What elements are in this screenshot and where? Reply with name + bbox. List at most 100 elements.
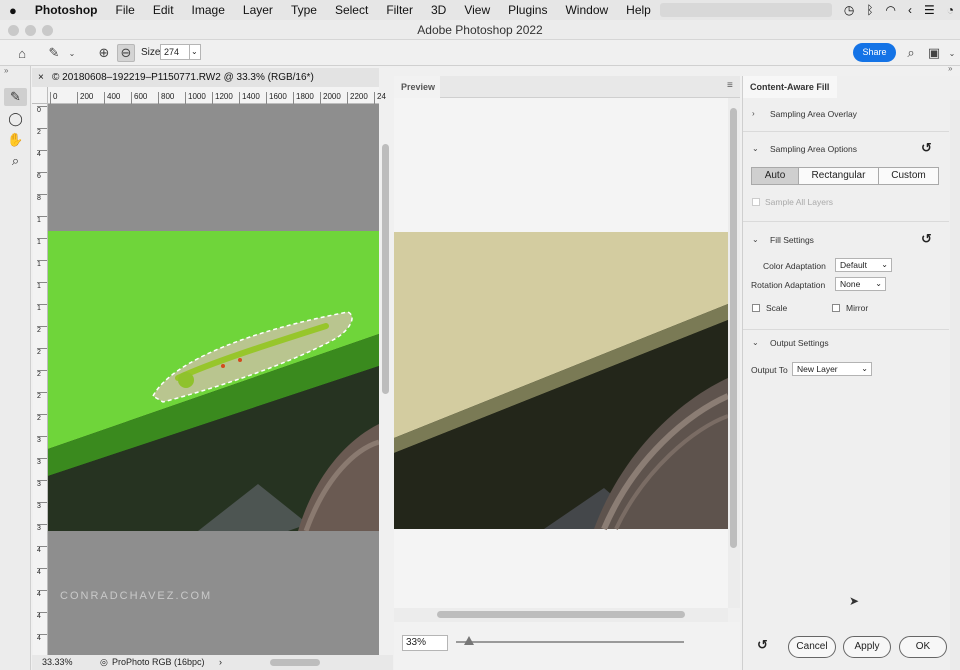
sampling-brush-tool-icon[interactable]: ✎ (4, 88, 27, 106)
chevron-down-icon[interactable]: ⌄ (63, 44, 81, 62)
brush-preset-icon[interactable]: ✎ (45, 44, 63, 62)
add-to-sample-icon[interactable]: ⊕ (95, 44, 113, 62)
wifi-icon[interactable]: ◠ (886, 3, 896, 17)
zoom-slider-handle[interactable] (464, 636, 474, 645)
scale-checkbox[interactable] (752, 304, 760, 312)
scroll-thumb[interactable] (730, 108, 737, 548)
ruler-tick-label: 6 (37, 172, 47, 180)
hand-tool-icon[interactable]: ✋ (4, 131, 27, 149)
chevron-left-icon[interactable]: ‹ (908, 3, 912, 17)
time-machine-icon[interactable]: ◷ (844, 3, 854, 17)
lasso-tool-icon[interactable]: ◯ (4, 110, 27, 128)
close-document-icon[interactable]: × (38, 68, 44, 87)
preview-vertical-scrollbar[interactable] (728, 98, 740, 608)
reset-all-icon[interactable]: ↺ (757, 637, 768, 653)
apple-menu-icon[interactable]: ● (0, 3, 26, 18)
panel-title[interactable]: Content-Aware Fill (743, 76, 837, 98)
color-adaptation-value: Default (840, 260, 867, 270)
chevron-down-icon[interactable]: ⌄ (752, 338, 759, 347)
ok-button[interactable]: OK (899, 636, 947, 658)
zoom-window-button[interactable] (42, 25, 53, 36)
minimize-window-button[interactable] (25, 25, 36, 36)
home-icon[interactable]: ⌂ (13, 44, 31, 62)
ruler-tick-label: 800 (158, 92, 174, 104)
preview-zoom-input[interactable]: 33% (402, 635, 448, 651)
menu-window[interactable]: Window (556, 3, 617, 17)
size-dropdown-chevron-icon[interactable]: ⌄ (189, 44, 201, 60)
ruler-tick-label: 1 (37, 304, 47, 312)
menu-plugins[interactable]: Plugins (499, 3, 556, 17)
ruler-tick-label: 0 (37, 106, 47, 114)
clock-icon[interactable]: ◔ (947, 3, 954, 17)
size-input[interactable]: 274 (160, 44, 190, 60)
chevron-right-icon[interactable]: › (752, 109, 755, 118)
preview-horizontal-scrollbar[interactable] (394, 608, 728, 622)
close-window-button[interactable] (8, 25, 19, 36)
scroll-thumb[interactable] (437, 611, 685, 618)
color-profile: ProPhoto RGB (16bpc) (112, 657, 205, 667)
rectangular-button[interactable]: Rectangular (798, 167, 879, 185)
zoom-level[interactable]: 33.33% (42, 655, 73, 670)
rotation-adaptation-dropdown[interactable]: None ⌄ (835, 277, 886, 291)
search-icon[interactable]: ⌕ (902, 44, 920, 62)
zoom-slider-track[interactable] (456, 641, 684, 643)
ruler-tick-label: 1 (37, 260, 47, 268)
color-adaptation-dropdown[interactable]: Default ⌄ (835, 258, 892, 272)
fill-settings-label[interactable]: Fill Settings (770, 235, 814, 245)
horizontal-scroll-thumb[interactable] (270, 659, 320, 666)
sampling-overlay-label[interactable]: Sampling Area Overlay (770, 109, 857, 119)
output-settings-label[interactable]: Output Settings (770, 338, 829, 348)
menu-help[interactable]: Help (617, 3, 660, 17)
workspace-chevron-icon[interactable]: ⌄ (943, 44, 960, 62)
apply-button[interactable]: Apply (843, 636, 891, 658)
reset-icon[interactable]: ↺ (921, 231, 932, 247)
chevron-down-icon[interactable]: ⌄ (752, 144, 759, 153)
window-title: Adobe Photoshop 2022 (417, 23, 543, 37)
panel-scrollbar[interactable] (950, 100, 960, 670)
reset-icon[interactable]: ↺ (921, 140, 932, 156)
control-center-icon[interactable]: ☰ (924, 3, 935, 17)
menu-app-photoshop[interactable]: Photoshop (26, 3, 107, 17)
options-bar: ⌂ ✎ ⌄ ⊕ ⊖ Size 274 ⌄ Share ⌕ ▣ ⌄ (0, 40, 960, 66)
chevron-down-icon[interactable]: ⌄ (752, 235, 759, 244)
mirror-checkbox[interactable] (832, 304, 840, 312)
menu-image[interactable]: Image (183, 3, 234, 17)
document-title: © 20180608–192219–P1150771.RW2 @ 33.3% (… (52, 72, 314, 83)
ruler-tick-label: 4 (37, 546, 47, 554)
menu-filter[interactable]: Filter (377, 3, 422, 17)
menu-view[interactable]: View (455, 3, 499, 17)
preview-tab[interactable]: Preview (394, 76, 440, 98)
menu-type[interactable]: Type (282, 3, 326, 17)
collapse-arrows-icon[interactable]: » (948, 64, 952, 73)
document-vertical-scrollbar[interactable] (379, 104, 393, 655)
workspace-icon[interactable]: ▣ (925, 44, 943, 62)
custom-button[interactable]: Custom (878, 167, 939, 185)
collapse-arrows-icon[interactable]: » (4, 66, 8, 75)
subtract-from-sample-icon[interactable]: ⊖ (117, 44, 135, 62)
menu-edit[interactable]: Edit (144, 3, 183, 17)
ruler-tick-label: 8 (37, 194, 47, 202)
ruler-tick-label: 2000 (320, 92, 341, 104)
document-canvas[interactable]: CONRADCHAVEZ.COM (48, 104, 379, 655)
cancel-button[interactable]: Cancel (788, 636, 836, 658)
preview-area[interactable] (394, 98, 728, 608)
menubar-search-field[interactable] (659, 3, 832, 17)
document-tab[interactable]: × © 20180608–192219–P1150771.RW2 @ 33.3%… (32, 68, 379, 87)
share-button[interactable]: Share (853, 43, 896, 62)
menu-select[interactable]: Select (326, 3, 377, 17)
menu-file[interactable]: File (107, 3, 144, 17)
preview-image (394, 232, 728, 531)
bluetooth-icon[interactable]: ᛒ (866, 3, 873, 17)
zoom-tool-icon[interactable]: ⌕ (4, 152, 27, 170)
chevron-right-icon[interactable]: › (219, 655, 222, 670)
menu-3d[interactable]: 3D (422, 3, 455, 17)
mouse-pointer-icon: ➤ (849, 594, 860, 608)
menu-layer[interactable]: Layer (234, 3, 282, 17)
scroll-thumb[interactable] (382, 144, 389, 394)
output-to-dropdown[interactable]: New Layer ⌄ (792, 362, 872, 376)
sample-all-layers-checkbox[interactable] (752, 198, 760, 206)
panel-menu-icon[interactable]: ≡ (727, 80, 733, 91)
sampling-options-label[interactable]: Sampling Area Options (770, 144, 857, 154)
auto-button[interactable]: Auto (751, 167, 799, 185)
ruler-tick-label: 4 (37, 634, 47, 642)
